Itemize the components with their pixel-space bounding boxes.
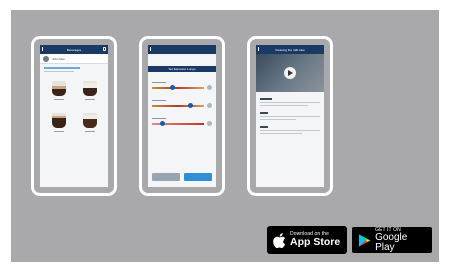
avatar <box>43 55 49 62</box>
temperature-slider <box>152 118 212 126</box>
user-profile-row: John Doe <box>40 54 108 64</box>
cappuccino-icon <box>82 81 97 96</box>
beverage-item <box>43 81 74 103</box>
instruction-step <box>260 112 320 120</box>
slider-knob <box>170 85 175 90</box>
action-buttons <box>152 173 212 181</box>
beverage-item <box>43 113 74 135</box>
phone-screenshot-beverages: Beverages John Doe <box>31 36 117 196</box>
google-play-badge[interactable]: GET IT ON Google Play <box>351 226 433 254</box>
back-icon <box>150 47 153 51</box>
phone-screenshot-customize: Set Espresso Lungo <box>139 36 225 196</box>
app-header: Beverages <box>40 45 108 54</box>
info-icon <box>207 85 212 90</box>
menu-icon <box>103 47 106 51</box>
coffee-quantity-slider <box>152 100 212 108</box>
instruction-step <box>260 126 320 134</box>
instruction-step <box>260 98 320 106</box>
badge-store-name: Google Play <box>375 231 408 253</box>
screen-title: Beverages <box>66 47 82 52</box>
cancel-button <box>152 173 180 181</box>
espresso-icon <box>51 81 66 96</box>
slider-knob <box>188 103 193 108</box>
video-player <box>256 54 324 92</box>
info-icon <box>207 103 212 108</box>
beverage-item <box>74 113 105 135</box>
back-icon <box>258 47 261 51</box>
app-store-badge[interactable]: Download on the App Store <box>267 226 347 254</box>
selection-bar <box>44 67 80 69</box>
back-icon <box>42 47 45 51</box>
phone-screenshot-tutorial: Cleaning the milk tube <box>247 36 333 196</box>
latte-icon <box>82 113 97 128</box>
info-icon <box>207 121 212 126</box>
google-play-icon <box>358 233 371 247</box>
long-coffee-icon <box>51 113 66 128</box>
app-screen: Set Espresso Lungo <box>148 45 216 187</box>
slider-knob <box>160 121 165 126</box>
beverage-item <box>74 81 105 103</box>
selection-subline <box>44 71 74 72</box>
beverage-banner: Set Espresso Lungo <box>148 66 216 72</box>
coffee-strength-slider <box>152 82 212 90</box>
app-screen: Beverages John Doe <box>40 45 108 187</box>
play-icon <box>284 67 296 79</box>
app-header: Cleaning the milk tube <box>256 45 324 54</box>
badge-store-name: App Store <box>290 236 341 249</box>
apple-icon <box>273 232 286 248</box>
user-name: John Doe <box>52 56 65 61</box>
screen-title: Cleaning the milk tube <box>275 47 305 52</box>
beverage-grid <box>43 81 105 135</box>
brew-button <box>184 173 212 181</box>
app-screen: Cleaning the milk tube <box>256 45 324 187</box>
app-header <box>148 45 216 54</box>
